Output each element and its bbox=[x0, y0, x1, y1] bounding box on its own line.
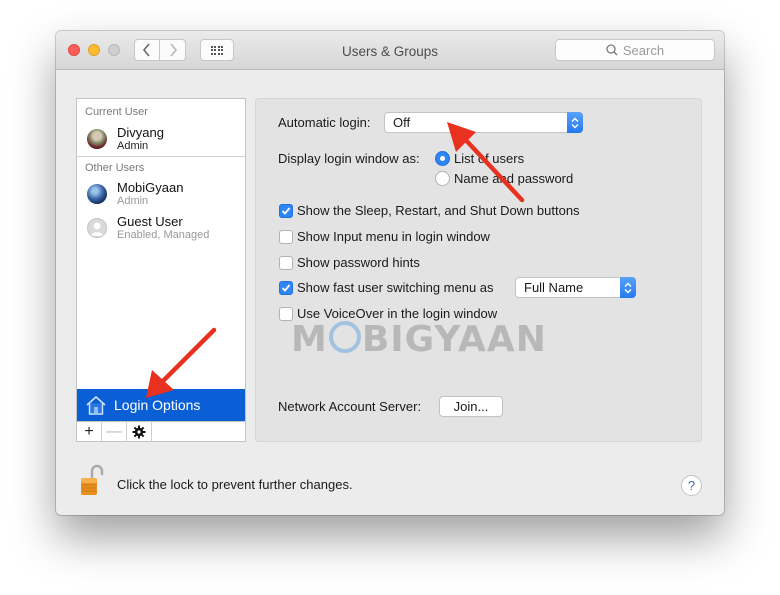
login-options-pane: Automatic login: Off Display login windo… bbox=[255, 98, 702, 442]
user-name: Divyang bbox=[117, 125, 164, 140]
show-all-button[interactable] bbox=[200, 39, 234, 61]
checkbox-sleep-restart-label: Show the Sleep, Restart, and Shut Down b… bbox=[297, 203, 580, 218]
title-bar: Users & Groups Search bbox=[56, 31, 724, 70]
grid-icon bbox=[210, 45, 224, 55]
automatic-login-label: Automatic login: bbox=[278, 115, 371, 130]
add-user-button[interactable]: + bbox=[77, 422, 102, 441]
watermark-phone-icon bbox=[328, 321, 361, 353]
popup-stepper-icon bbox=[567, 112, 583, 133]
remove-user-button[interactable]: — bbox=[102, 422, 127, 441]
checkbox-password-hints-label: Show password hints bbox=[297, 255, 420, 270]
help-button[interactable]: ? bbox=[681, 475, 702, 496]
user-list-toolbar: + — bbox=[77, 421, 245, 441]
avatar bbox=[87, 129, 107, 149]
popup-stepper-icon bbox=[620, 277, 636, 298]
back-button[interactable] bbox=[134, 39, 160, 61]
user-list: Current User Divyang Admin Other Users M… bbox=[76, 98, 246, 442]
users-groups-window: Users & Groups Search Current User Divya… bbox=[56, 31, 724, 515]
network-server-label: Network Account Server: bbox=[278, 399, 422, 414]
house-icon bbox=[86, 395, 106, 415]
automatic-login-popup[interactable]: Off bbox=[384, 112, 583, 133]
checkbox-sleep-restart[interactable] bbox=[279, 204, 293, 218]
user-role: Enabled, Managed bbox=[117, 229, 210, 241]
search-placeholder: Search bbox=[622, 42, 665, 58]
checkbox-input-menu[interactable] bbox=[279, 230, 293, 244]
checkmark-icon bbox=[281, 284, 291, 292]
close-icon[interactable] bbox=[68, 44, 80, 56]
search-field[interactable]: Search bbox=[555, 39, 715, 61]
fast-switch-value: Full Name bbox=[524, 280, 584, 295]
action-menu-button[interactable] bbox=[127, 422, 152, 441]
gear-icon bbox=[132, 425, 146, 438]
chevron-left-icon bbox=[142, 43, 150, 57]
avatar bbox=[87, 218, 107, 238]
chevron-right-icon bbox=[169, 43, 177, 57]
checkbox-password-hints[interactable] bbox=[279, 256, 293, 270]
avatar bbox=[87, 184, 107, 204]
checkbox-fast-user-switching-label: Show fast user switching menu as bbox=[297, 280, 494, 295]
user-role: Admin bbox=[117, 195, 149, 207]
login-options-item[interactable]: Login Options bbox=[77, 389, 245, 421]
forward-button[interactable] bbox=[160, 39, 186, 61]
other-users-header: Other Users bbox=[85, 162, 145, 174]
user-role: Admin bbox=[117, 140, 149, 152]
person-icon bbox=[90, 222, 104, 236]
user-row-mobigyaan[interactable]: MobiGyaan Admin bbox=[77, 180, 245, 214]
checkbox-input-menu-label: Show Input menu in login window bbox=[297, 229, 490, 244]
checkbox-fast-user-switching[interactable] bbox=[279, 281, 293, 295]
radio-name-and-password[interactable] bbox=[435, 171, 450, 186]
watermark-logo: M BIGYAAN bbox=[291, 319, 547, 360]
fast-switch-popup[interactable]: Full Name bbox=[515, 277, 636, 298]
automatic-login-value: Off bbox=[393, 115, 411, 130]
lock-status-text: Click the lock to prevent further change… bbox=[117, 477, 353, 492]
radio-name-and-password-label: Name and password bbox=[454, 171, 574, 186]
user-name: Guest User bbox=[117, 214, 183, 229]
minimize-icon[interactable] bbox=[88, 44, 100, 56]
user-row-guest[interactable]: Guest User Enabled, Managed bbox=[77, 214, 245, 248]
unlocked-lock-icon[interactable] bbox=[80, 464, 104, 496]
user-row-divyang[interactable]: Divyang Admin bbox=[77, 125, 245, 159]
divider bbox=[77, 156, 245, 157]
user-name: MobiGyaan bbox=[117, 180, 184, 195]
radio-list-of-users[interactable] bbox=[435, 151, 450, 166]
current-user-header: Current User bbox=[85, 106, 148, 118]
search-icon bbox=[606, 44, 618, 56]
display-login-label: Display login window as: bbox=[278, 151, 420, 166]
radio-list-of-users-label: List of users bbox=[454, 151, 525, 166]
watermark-text: M bbox=[291, 319, 328, 360]
watermark-text: BIGYAAN bbox=[361, 319, 547, 360]
login-options-label: Login Options bbox=[114, 397, 201, 413]
zoom-icon[interactable] bbox=[108, 44, 120, 56]
join-button[interactable]: Join... bbox=[439, 396, 503, 417]
checkmark-icon bbox=[281, 207, 291, 215]
